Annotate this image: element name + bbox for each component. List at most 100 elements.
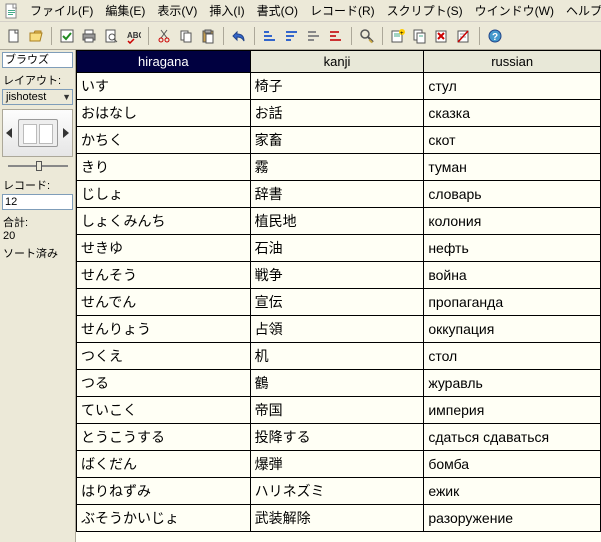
table-row[interactable]: はりねずみハリネズミежик: [77, 478, 601, 505]
cell-hiragana[interactable]: はりねずみ: [77, 478, 251, 505]
table-row[interactable]: しょくみんち植民地колония: [77, 208, 601, 235]
cell-kanji[interactable]: ハリネズミ: [250, 478, 424, 505]
prev-record-icon[interactable]: [6, 128, 12, 138]
cell-kanji[interactable]: 植民地: [250, 208, 424, 235]
record-navigator[interactable]: [2, 109, 73, 157]
sort-asc-button[interactable]: [260, 26, 280, 46]
table-row[interactable]: ばくだん爆弾бомба: [77, 451, 601, 478]
cell-russian[interactable]: ежик: [424, 478, 601, 505]
cell-kanji[interactable]: 椅子: [250, 73, 424, 100]
table-row[interactable]: せんでん宣伝пропаганда: [77, 289, 601, 316]
column-header-kanji[interactable]: kanji: [250, 51, 424, 73]
next-record-icon[interactable]: [63, 128, 69, 138]
cut-button[interactable]: [154, 26, 174, 46]
table-row[interactable]: つる鶴журавль: [77, 370, 601, 397]
sort-custom-button[interactable]: [304, 26, 324, 46]
cell-hiragana[interactable]: ばくだん: [77, 451, 251, 478]
cell-kanji[interactable]: 霧: [250, 154, 424, 181]
cell-kanji[interactable]: 爆弾: [250, 451, 424, 478]
cell-hiragana[interactable]: いす: [77, 73, 251, 100]
cell-hiragana[interactable]: おはなし: [77, 100, 251, 127]
cell-hiragana[interactable]: じしょ: [77, 181, 251, 208]
cell-kanji[interactable]: お話: [250, 100, 424, 127]
table-row[interactable]: かちく家畜скот: [77, 127, 601, 154]
new-record-button[interactable]: +: [388, 26, 408, 46]
cell-russian[interactable]: туман: [424, 154, 601, 181]
cell-hiragana[interactable]: かちく: [77, 127, 251, 154]
layout-dropdown[interactable]: jishotest ▼: [2, 89, 73, 105]
menu-help[interactable]: ヘルプ(H): [560, 0, 601, 21]
duplicate-record-button[interactable]: [410, 26, 430, 46]
menu-file[interactable]: ファイル(F): [24, 0, 99, 21]
column-header-hiragana[interactable]: hiragana: [77, 51, 251, 73]
cell-hiragana[interactable]: つる: [77, 370, 251, 397]
cell-russian[interactable]: разоружение: [424, 505, 601, 532]
preview-button[interactable]: [101, 26, 121, 46]
help-button[interactable]: ?: [485, 26, 505, 46]
cell-russian[interactable]: нефть: [424, 235, 601, 262]
sort-desc-button[interactable]: [282, 26, 302, 46]
column-header-russian[interactable]: russian: [424, 51, 601, 73]
copy-button[interactable]: [176, 26, 196, 46]
menu-insert[interactable]: 挿入(I): [203, 0, 250, 21]
data-area[interactable]: hiragana kanji russian いす椅子стулおはなしお話ска…: [76, 50, 601, 542]
cell-russian[interactable]: бомба: [424, 451, 601, 478]
table-row[interactable]: きり霧туман: [77, 154, 601, 181]
table-row[interactable]: つくえ机стол: [77, 343, 601, 370]
omit-record-button[interactable]: [454, 26, 474, 46]
record-slider[interactable]: [2, 161, 73, 171]
paste-button[interactable]: [198, 26, 218, 46]
cell-russian[interactable]: скот: [424, 127, 601, 154]
cell-russian[interactable]: стул: [424, 73, 601, 100]
undo-button[interactable]: [229, 26, 249, 46]
table-row[interactable]: ていこく帝国империя: [77, 397, 601, 424]
cell-russian[interactable]: сдаться сдаваться: [424, 424, 601, 451]
delete-record-button[interactable]: [432, 26, 452, 46]
table-row[interactable]: いす椅子стул: [77, 73, 601, 100]
spellcheck-button[interactable]: ABC: [123, 26, 143, 46]
cell-russian[interactable]: оккупация: [424, 316, 601, 343]
cell-kanji[interactable]: 武装解除: [250, 505, 424, 532]
table-row[interactable]: じしょ辞書словарь: [77, 181, 601, 208]
cell-kanji[interactable]: 家畜: [250, 127, 424, 154]
cell-russian[interactable]: сказка: [424, 100, 601, 127]
new-doc-button[interactable]: [4, 26, 24, 46]
cell-hiragana[interactable]: きり: [77, 154, 251, 181]
cell-russian[interactable]: словарь: [424, 181, 601, 208]
cell-kanji[interactable]: 帝国: [250, 397, 424, 424]
cell-kanji[interactable]: 占領: [250, 316, 424, 343]
menu-scripts[interactable]: スクリプト(S): [381, 0, 469, 21]
cell-kanji[interactable]: 机: [250, 343, 424, 370]
cell-hiragana[interactable]: しょくみんち: [77, 208, 251, 235]
menu-edit[interactable]: 編集(E): [99, 0, 151, 21]
table-row[interactable]: とうこうする投降するсдаться сдаваться: [77, 424, 601, 451]
table-row[interactable]: せんりょう占領оккупация: [77, 316, 601, 343]
cell-russian[interactable]: империя: [424, 397, 601, 424]
cell-kanji[interactable]: 石油: [250, 235, 424, 262]
cell-kanji[interactable]: 宣伝: [250, 289, 424, 316]
open-button[interactable]: [26, 26, 46, 46]
cell-russian[interactable]: колония: [424, 208, 601, 235]
cell-kanji[interactable]: 戦争: [250, 262, 424, 289]
table-row[interactable]: おはなしお話сказка: [77, 100, 601, 127]
menu-view[interactable]: 表示(V): [151, 0, 203, 21]
unsort-button[interactable]: [326, 26, 346, 46]
cell-russian[interactable]: журавль: [424, 370, 601, 397]
menu-records[interactable]: レコード(R): [304, 0, 381, 21]
cell-hiragana[interactable]: ぶそうかいじょ: [77, 505, 251, 532]
print-button[interactable]: [79, 26, 99, 46]
confirm-button[interactable]: [57, 26, 77, 46]
table-row[interactable]: せきゆ石油нефть: [77, 235, 601, 262]
record-number-field[interactable]: 12: [2, 194, 73, 210]
find-button[interactable]: [357, 26, 377, 46]
cell-hiragana[interactable]: せきゆ: [77, 235, 251, 262]
cell-hiragana[interactable]: せんりょう: [77, 316, 251, 343]
menu-format[interactable]: 書式(O): [251, 0, 304, 21]
table-row[interactable]: せんそう戦争война: [77, 262, 601, 289]
cell-russian[interactable]: пропаганда: [424, 289, 601, 316]
menu-window[interactable]: ウインドウ(W): [469, 0, 560, 21]
cell-kanji[interactable]: 辞書: [250, 181, 424, 208]
cell-hiragana[interactable]: せんでん: [77, 289, 251, 316]
cell-russian[interactable]: война: [424, 262, 601, 289]
cell-kanji[interactable]: 投降する: [250, 424, 424, 451]
